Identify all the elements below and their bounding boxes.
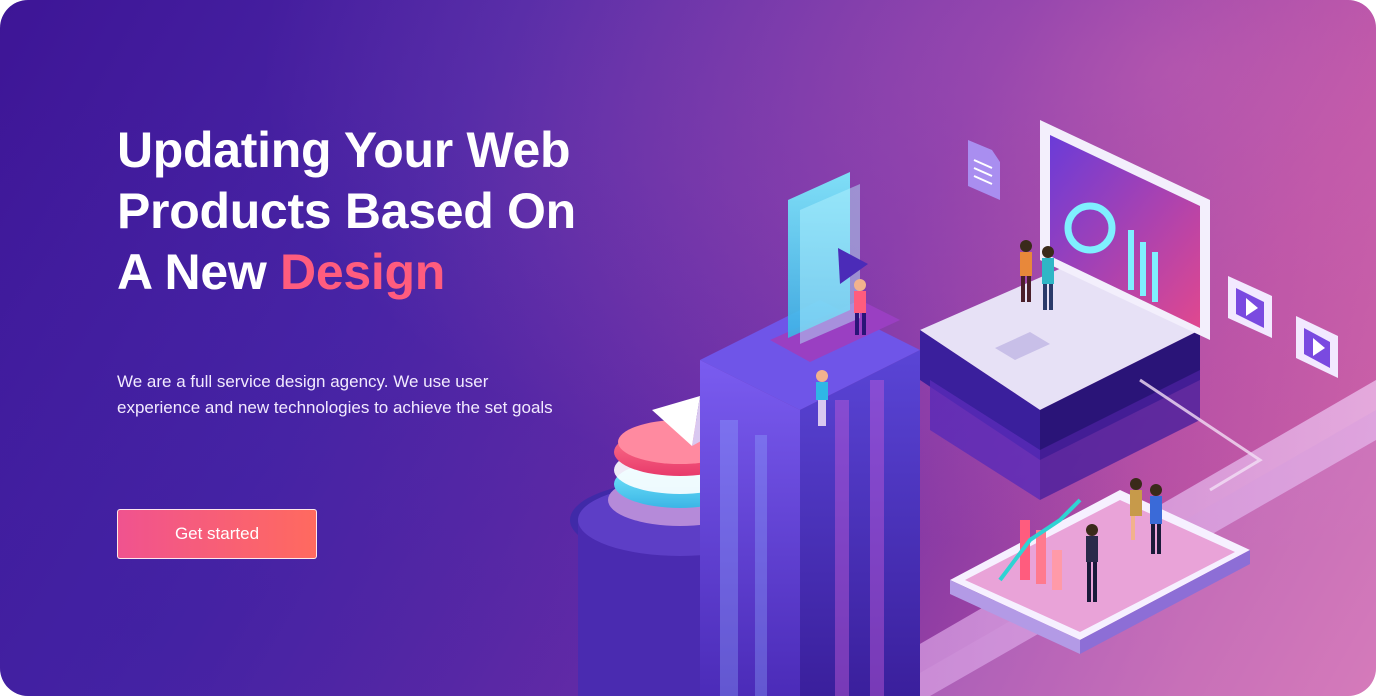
laptop-platform xyxy=(920,120,1210,500)
hero-title-accent: Design xyxy=(280,244,445,300)
hero-title-line-3-prefix: A New xyxy=(117,244,281,300)
hero-title-line-2: Products Based On xyxy=(117,183,576,239)
get-started-button[interactable]: Get started xyxy=(117,509,317,559)
isometric-illustration xyxy=(570,120,1376,696)
document-icon xyxy=(968,140,1000,200)
central-tower xyxy=(700,300,920,696)
hero-title: Updating Your Web Products Based On A Ne… xyxy=(117,120,637,303)
hero-banner: Updating Your Web Products Based On A Ne… xyxy=(0,0,1376,696)
hero-title-line-1: Updating Your Web xyxy=(117,122,571,178)
hero-description: We are a full service design agency. We … xyxy=(117,372,553,417)
film-strip-icons xyxy=(1228,276,1338,378)
